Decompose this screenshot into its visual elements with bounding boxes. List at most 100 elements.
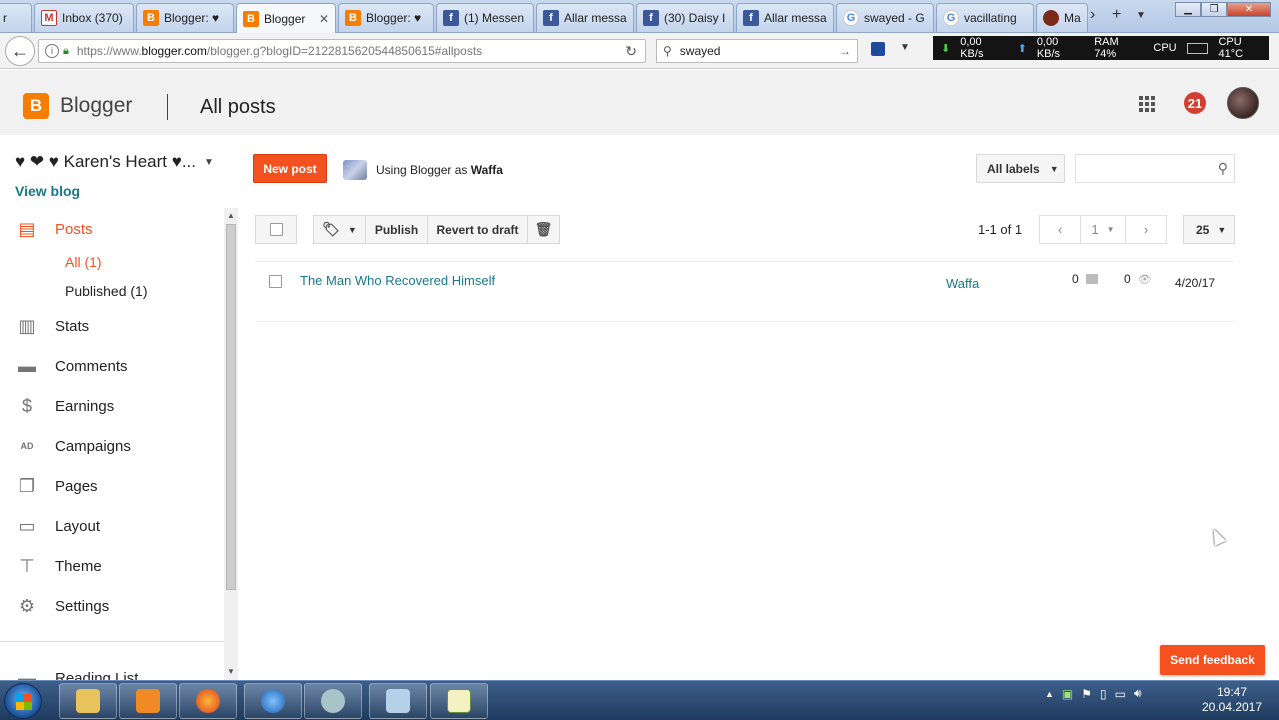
search-posts-input[interactable]: ⚲ [1075, 154, 1235, 183]
sidebar-scrollbar[interactable]: ▲ ▼ [224, 208, 238, 680]
taskbar-explorer[interactable] [59, 683, 117, 719]
sidebar-item-earnings[interactable]: $ Earnings [16, 395, 114, 417]
row-checkbox[interactable] [269, 275, 282, 288]
reload-icon[interactable]: ↻ [625, 43, 637, 60]
apps-grid-icon[interactable] [1139, 96, 1155, 112]
clock-time: 19:47 [1216, 685, 1248, 699]
sidebar-sub-all[interactable]: All (1) [65, 254, 102, 270]
layout-icon: ▭ [18, 515, 36, 536]
new-post-button[interactable]: New post [253, 154, 327, 183]
tab-blogger-1[interactable]: B Blogger: ♥ [136, 3, 234, 32]
browser-search-bar[interactable]: ⚲ swayed → [656, 39, 858, 63]
post-title-link[interactable]: The Man Who Recovered Himself [300, 273, 495, 288]
sidebar-item-comments[interactable]: ▬ Comments [16, 355, 128, 377]
tab-label: Blogger: ♥ [164, 11, 220, 25]
sidebar-item-stats[interactable]: ▥ Stats [16, 315, 89, 337]
action-center-flag-icon[interactable]: ⚑ [1081, 687, 1092, 701]
taskbar-app-network[interactable] [304, 683, 362, 719]
scroll-up-icon[interactable]: ▲ [227, 211, 235, 220]
tab-gmail[interactable]: M Inbox (370) [34, 3, 134, 32]
tab-facebook-3[interactable]: f (30) Daisy I [636, 3, 734, 32]
taskbar-firefox[interactable] [179, 683, 237, 719]
sidebar-item-label: Stats [55, 317, 90, 335]
url-bar[interactable]: i 🔒︎ https://www.blogger.com/blogger.g?b… [38, 39, 646, 63]
sidebar-item-theme[interactable]: ⊤ Theme [16, 555, 102, 577]
posts-per-page-dropdown[interactable]: 25 ▼ [1183, 215, 1235, 244]
sidebar-sub-published[interactable]: Published (1) [65, 283, 148, 299]
sidebar-item-settings[interactable]: ⚙ Settings [16, 595, 109, 617]
search-icon[interactable]: ⚲ [1218, 160, 1228, 177]
sidebar-item-campaigns[interactable]: AD Campaigns [16, 435, 131, 457]
close-window-icon[interactable]: ✕ [1227, 2, 1271, 17]
taskbar-media-player[interactable] [119, 683, 177, 719]
start-button[interactable] [4, 683, 42, 719]
label-menu-button[interactable]: 🏷︎ ▼ [313, 215, 366, 244]
gear-icon: ⚙ [18, 595, 36, 616]
volume-icon[interactable]: 🔊︎ [1134, 686, 1142, 701]
tab-facebook-1[interactable]: f (1) Messen [436, 3, 534, 32]
page-select[interactable]: 1 ▼ [1080, 215, 1126, 244]
tab-blogger-active[interactable]: B Blogger ✕ [236, 3, 336, 33]
sidebar-item-posts[interactable]: ▤ Posts [16, 218, 92, 240]
delete-button[interactable]: 🗑︎ [527, 215, 560, 244]
using-as-prefix: Using Blogger as [376, 163, 468, 177]
search-go-icon[interactable]: → [839, 44, 851, 58]
tray-app-icon[interactable]: ▣ [1062, 687, 1073, 701]
tab-google-2[interactable]: G vacillating [936, 3, 1034, 32]
back-button[interactable]: ← [5, 36, 35, 66]
sidebar-item-label: Comments [55, 357, 128, 375]
avatar-icon [1043, 10, 1059, 26]
tab-label: Allar messa [764, 11, 827, 25]
select-all-checkbox[interactable] [269, 223, 283, 236]
all-labels-dropdown[interactable]: All labels ▼ [976, 154, 1065, 183]
tag-icon: 🏷︎ [322, 221, 340, 237]
tab-facebook-4[interactable]: f Allar messa [736, 3, 834, 32]
post-author-link[interactable]: Waffa [946, 276, 979, 291]
scrollbar-thumb[interactable] [226, 224, 236, 590]
eye-icon: 👁︎ [1137, 273, 1152, 286]
taskbar-app-swirl[interactable] [244, 683, 302, 719]
row-divider [255, 321, 1235, 322]
tab-facebook-2[interactable]: f Allar messa [536, 3, 634, 32]
chevron-down-icon: ▼ [1106, 225, 1115, 234]
taskbar-clock[interactable]: 19:47 20.04.2017 [1196, 685, 1268, 715]
view-blog-link[interactable]: View blog [15, 183, 80, 199]
notification-badge[interactable]: 21 [1184, 92, 1206, 114]
tab-google-1[interactable]: G swayed - G [836, 3, 934, 32]
lock-icon: 🔒︎ [63, 44, 69, 57]
save-icon[interactable] [871, 42, 885, 56]
select-all-button[interactable] [255, 215, 297, 244]
close-tab-icon[interactable]: ✕ [315, 12, 329, 26]
tab-partial-end[interactable]: Ma [1036, 3, 1088, 32]
taskbar-app-notes[interactable] [430, 683, 488, 719]
show-hidden-icons[interactable]: ▲ [1045, 689, 1054, 699]
brand-name[interactable]: Blogger [60, 94, 132, 118]
sidebar-item-reading-list[interactable]: ▬ Reading List [16, 667, 138, 681]
restore-icon[interactable]: ❐ [1201, 2, 1227, 17]
scroll-down-icon[interactable]: ▼ [227, 667, 235, 676]
prev-page-button[interactable]: ‹ [1039, 215, 1081, 244]
blogger-logo-icon[interactable]: B [23, 93, 49, 119]
sidebar-item-pages[interactable]: ❐ Pages [16, 475, 98, 497]
site-info-icon[interactable]: i [45, 44, 59, 58]
scroll-tabs-right-icon[interactable]: › [1090, 6, 1095, 24]
tab-partial[interactable]: r [0, 3, 32, 32]
minimize-icon[interactable]: ▁ [1175, 2, 1201, 17]
network-icon[interactable]: ▭ [1115, 687, 1126, 701]
blog-selector[interactable]: ♥ ❤ ♥ Karen's Heart ♥... ▼ [15, 152, 214, 172]
next-page-button[interactable]: › [1125, 215, 1167, 244]
publish-button[interactable]: Publish [365, 215, 428, 244]
table-row[interactable]: The Man Who Recovered Himself Waffa 0 0 … [255, 262, 1235, 321]
tab-blogger-2[interactable]: B Blogger: ♥ [338, 3, 434, 32]
revert-to-draft-button[interactable]: Revert to draft [427, 215, 528, 244]
cpu-graph [1186, 42, 1209, 54]
sidebar-item-layout[interactable]: ▭ Layout [16, 515, 100, 537]
comment-bubble-icon [1085, 274, 1098, 284]
new-tab-icon[interactable]: + [1112, 6, 1121, 24]
taskbar-app-control[interactable] [369, 683, 427, 719]
account-avatar[interactable] [1227, 87, 1259, 119]
toolbar-dropdown-icon[interactable]: ▼ [900, 42, 910, 53]
send-feedback-button[interactable]: Send feedback [1160, 645, 1265, 675]
tray-device-icon[interactable]: ▯ [1100, 687, 1107, 701]
tab-list-icon[interactable]: ▼ [1136, 10, 1146, 21]
